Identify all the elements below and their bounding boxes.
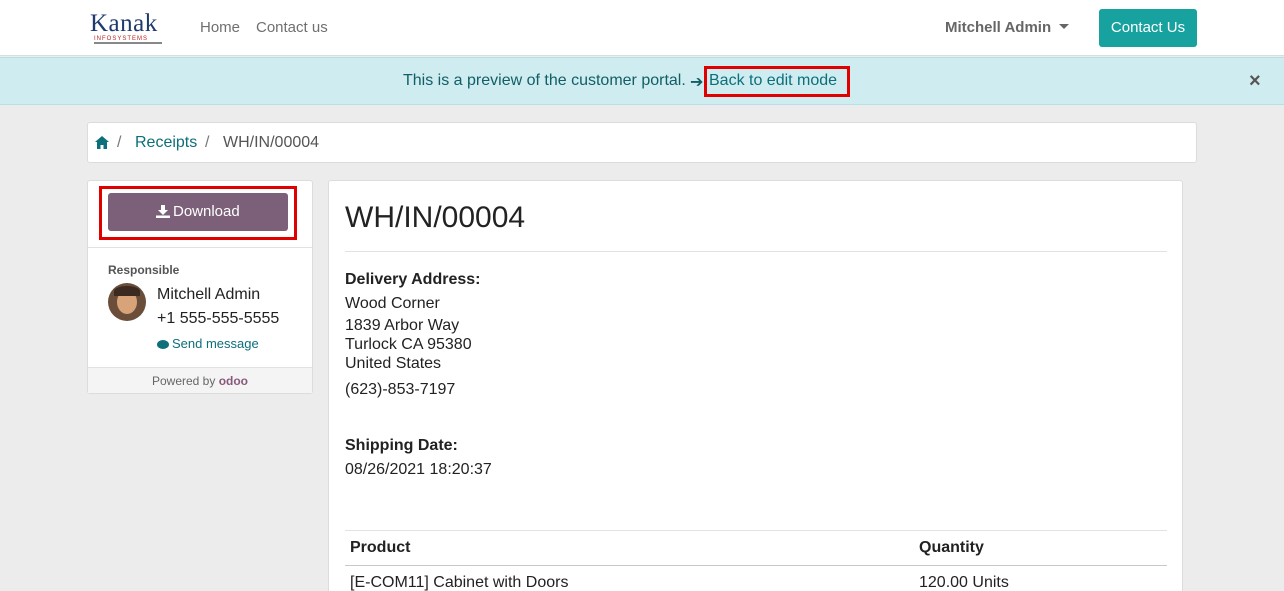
table-header-product: Product — [350, 539, 411, 556]
home-icon[interactable] — [95, 136, 109, 149]
user-menu[interactable]: Mitchell Admin — [945, 19, 1070, 36]
sidebar-divider — [88, 247, 312, 248]
top-navbar: Kanak INFOSYSTEMS Home Contact us Mitche… — [0, 0, 1284, 56]
address-line: Wood Corner — [345, 295, 440, 312]
caret-down-icon — [1059, 24, 1070, 29]
breadcrumb: / Receipts / WH/IN/00004 — [87, 122, 1197, 163]
table-header-border — [345, 565, 1167, 566]
arrow-right-icon: ➔ — [690, 74, 704, 91]
responsible-phone: +1 555-555-5555 — [157, 310, 280, 327]
avatar — [108, 283, 146, 321]
breadcrumb-separator: / — [205, 134, 210, 151]
highlight-box-edit-mode — [704, 66, 850, 97]
logo-underline — [94, 42, 162, 44]
page-title: WH/IN/00004 — [345, 201, 526, 234]
chat-icon — [157, 340, 169, 349]
user-name: Mitchell Admin — [945, 19, 1052, 36]
send-message-label: Send message — [172, 336, 259, 351]
close-icon[interactable]: × — [1249, 70, 1261, 93]
send-message-link[interactable]: Send message — [157, 336, 259, 351]
shipping-date-value: 08/26/2021 18:20:37 — [345, 461, 492, 478]
breadcrumb-separator: / — [117, 134, 122, 151]
preview-alert: This is a preview of the customer portal… — [0, 57, 1284, 105]
logo-text: Kanak — [90, 10, 158, 37]
powered-by-label: Powered by — [151, 374, 216, 388]
powered-by-footer: Powered by odoo — [88, 367, 312, 393]
company-logo[interactable]: Kanak INFOSYSTEMS — [88, 10, 168, 48]
table-top-border — [345, 530, 1167, 531]
contact-us-button[interactable]: Contact Us — [1099, 9, 1197, 47]
table-cell-product: [E-COM11] Cabinet with Doors — [350, 574, 569, 591]
address-line: 1839 Arbor Way — [345, 317, 460, 334]
table-cell-quantity: 120.00 Units — [919, 574, 1009, 591]
address-line: Turlock CA 95380 — [345, 336, 472, 353]
title-divider — [345, 251, 1167, 252]
alert-message: This is a preview of the customer portal… — [403, 72, 686, 89]
nav-contact-link[interactable]: Contact us — [256, 19, 328, 36]
odoo-logo[interactable]: odoo — [219, 374, 248, 388]
highlight-box-download — [99, 186, 297, 240]
breadcrumb-receipts[interactable]: Receipts — [135, 134, 197, 152]
table-header-quantity: Quantity — [919, 539, 984, 556]
delivery-address-label: Delivery Address: — [345, 271, 481, 288]
shipping-date-label: Shipping Date: — [345, 437, 458, 454]
responsible-name: Mitchell Admin — [157, 286, 261, 303]
responsible-label: Responsible — [108, 263, 180, 277]
address-line: United States — [345, 355, 442, 372]
nav-home-link[interactable]: Home — [200, 19, 240, 36]
document-card: WH/IN/00004 Delivery Address: Wood Corne… — [328, 180, 1183, 591]
address-phone: (623)-853-7197 — [345, 381, 456, 398]
avatar-hair — [114, 286, 140, 296]
breadcrumb-current: WH/IN/00004 — [223, 134, 320, 151]
